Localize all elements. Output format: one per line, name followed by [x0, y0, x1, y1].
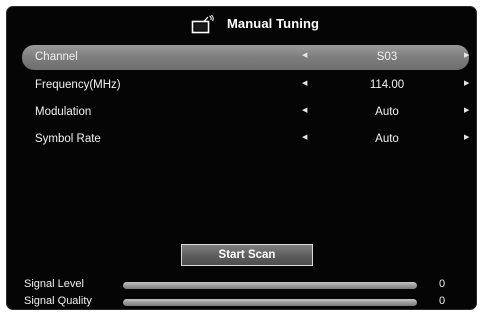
tv-antenna-icon [191, 14, 215, 35]
arrow-right-icon[interactable]: ▶ [464, 51, 469, 59]
page-title: Manual Tuning [227, 16, 320, 31]
arrow-right-icon[interactable]: ▶ [464, 106, 469, 114]
arrow-right-icon[interactable]: ▶ [464, 79, 469, 87]
symbol-rate-value: Auto [375, 133, 399, 145]
signal-quality-bar [123, 299, 417, 306]
channel-value: S03 [376, 51, 398, 63]
menu-row-channel[interactable]: Channel ◀ S03 ▶ [22, 45, 469, 70]
title-bar: Manual Tuning [7, 7, 476, 43]
modulation-value: Auto [375, 106, 399, 118]
signal-quality-label: Signal Quality [24, 295, 92, 307]
arrow-left-icon[interactable]: ◀ [302, 51, 307, 59]
frequency-value: 114.00 [369, 79, 405, 91]
arrow-left-icon[interactable]: ◀ [302, 79, 307, 87]
arrow-right-icon[interactable]: ▶ [464, 133, 469, 141]
modulation-label: Modulation [35, 106, 92, 118]
symbol-rate-label: Symbol Rate [35, 133, 101, 145]
channel-label: Channel [35, 51, 78, 63]
arrow-left-icon[interactable]: ◀ [302, 106, 307, 114]
menu-row-modulation[interactable]: Modulation ◀ Auto ▶ [22, 100, 469, 125]
signal-level-value: 0 [439, 278, 446, 290]
signal-level-label: Signal Level [24, 278, 84, 290]
frequency-label: Frequency(MHz) [35, 79, 121, 91]
signal-quality-value: 0 [439, 295, 446, 307]
signal-level-bar [123, 282, 417, 289]
menu-row-frequency[interactable]: Frequency(MHz) ◀ 114.00 ▶ [22, 73, 469, 98]
arrow-left-icon[interactable]: ◀ [302, 133, 307, 141]
menu-row-symbol-rate[interactable]: Symbol Rate ◀ Auto ▶ [22, 127, 469, 152]
manual-tuning-screen: Manual Tuning Channel ◀ S03 ▶ Frequency(… [6, 6, 477, 310]
start-scan-button[interactable]: Start Scan [181, 244, 313, 266]
